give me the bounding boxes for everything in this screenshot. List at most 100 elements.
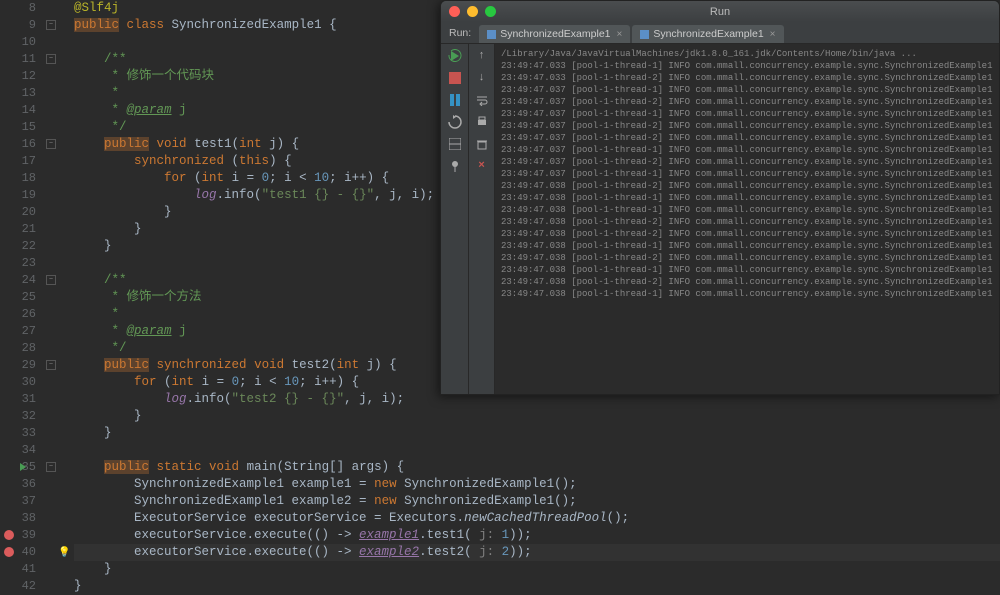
pin-icon[interactable]	[447, 158, 463, 174]
code-line[interactable]: }	[74, 408, 1000, 425]
fold-toggle-icon[interactable]: −	[46, 20, 56, 30]
line-number[interactable]: 37	[0, 493, 42, 510]
line-number[interactable]: 30	[0, 374, 42, 391]
console-log-line: 23:49:47.038 [pool-1-thread-2] INFO com.…	[501, 252, 993, 264]
minimize-window-button[interactable]	[467, 6, 478, 17]
line-number[interactable]: 10	[0, 34, 42, 51]
code-line[interactable]: public static void main(String[] args) {	[74, 459, 1000, 476]
line-number[interactable]: 20	[0, 204, 42, 221]
window-titlebar[interactable]: Run	[441, 1, 999, 22]
code-line[interactable]: }	[74, 578, 1000, 595]
line-number[interactable]: 38	[0, 510, 42, 527]
run-tab-label: SynchronizedExample1	[653, 28, 763, 40]
down-icon[interactable]: ↓	[474, 70, 490, 86]
console-log-line: 23:49:47.038 [pool-1-thread-1] INFO com.…	[501, 264, 993, 276]
line-number[interactable]: 21	[0, 221, 42, 238]
line-number[interactable]: 15	[0, 119, 42, 136]
maximize-window-button[interactable]	[485, 6, 496, 17]
line-number[interactable]: 26	[0, 306, 42, 323]
line-number[interactable]: 33	[0, 425, 42, 442]
code-line[interactable]: SynchronizedExample1 example2 = new Sync…	[74, 493, 1000, 510]
rerun-icon[interactable]	[447, 48, 463, 64]
print-icon[interactable]	[474, 114, 490, 130]
fold-toggle-icon[interactable]: −	[46, 360, 56, 370]
line-number[interactable]: 32	[0, 408, 42, 425]
console-log-line: 23:49:47.037 [pool-1-thread-2] INFO com.…	[501, 156, 993, 168]
line-number[interactable]: 29	[0, 357, 42, 374]
code-line[interactable]: SynchronizedExample1 example1 = new Sync…	[74, 476, 1000, 493]
run-body: ↑ ↓ × /Library/Java/JavaVirtualMachines/jd…	[441, 44, 999, 394]
code-line[interactable]: }	[74, 561, 1000, 578]
line-number[interactable]: 19	[0, 187, 42, 204]
close-icon[interactable]: ×	[474, 158, 490, 174]
layout-icon[interactable]	[447, 136, 463, 152]
breakpoint-icon[interactable]	[4, 530, 14, 540]
line-number[interactable]: 23	[0, 255, 42, 272]
line-number[interactable]: 14	[0, 102, 42, 119]
code-line[interactable]: executorService.execute(() -> example1.t…	[74, 527, 1000, 544]
fold-toggle-icon[interactable]: −	[46, 275, 56, 285]
line-number[interactable]: 34	[0, 442, 42, 459]
line-number[interactable]: 28	[0, 340, 42, 357]
code-line[interactable]	[74, 442, 1000, 459]
intention-bulb-icon[interactable]: 💡	[58, 547, 68, 557]
line-number[interactable]: 9	[0, 17, 42, 34]
console-output[interactable]: /Library/Java/JavaVirtualMachines/jdk1.8…	[495, 44, 999, 394]
line-number[interactable]: 13	[0, 85, 42, 102]
run-config-tab[interactable]: SynchronizedExample1 ×	[479, 25, 630, 43]
line-number[interactable]: 16	[0, 136, 42, 153]
console-log-line: 23:49:47.038 [pool-1-thread-2] INFO com.…	[501, 276, 993, 288]
console-log-line: 23:49:47.038 [pool-1-thread-2] INFO com.…	[501, 180, 993, 192]
run-tab-label: SynchronizedExample1	[500, 28, 610, 40]
run-toolbar-left2[interactable]: ↑ ↓ ×	[469, 44, 495, 394]
console-log-line: 23:49:47.037 [pool-1-thread-1] INFO com.…	[501, 108, 993, 120]
run-gutter-icon[interactable]	[20, 463, 26, 471]
console-log-line: 23:49:47.037 [pool-1-thread-2] INFO com.…	[501, 96, 993, 108]
fold-toggle-icon[interactable]: −	[46, 462, 56, 472]
console-log-line: 23:49:47.038 [pool-1-thread-1] INFO com.…	[501, 204, 993, 216]
wrap-icon[interactable]	[474, 92, 490, 108]
code-line[interactable]: executorService.execute(() -> example2.t…	[74, 544, 1000, 561]
run-tabs-bar[interactable]: Run: SynchronizedExample1×SynchronizedEx…	[441, 22, 999, 44]
breakpoint-icon[interactable]	[4, 547, 14, 557]
console-log-line: 23:49:47.033 [pool-1-thread-2] INFO com.…	[501, 72, 993, 84]
console-log-line: 23:49:47.033 [pool-1-thread-1] INFO com.…	[501, 60, 993, 72]
line-number[interactable]: 31	[0, 391, 42, 408]
restart-icon[interactable]	[447, 114, 463, 130]
line-number[interactable]: 27	[0, 323, 42, 340]
console-log-line: 23:49:47.037 [pool-1-thread-2] INFO com.…	[501, 120, 993, 132]
code-line[interactable]: }	[74, 425, 1000, 442]
console-log-line: 23:49:47.038 [pool-1-thread-1] INFO com.…	[501, 192, 993, 204]
run-toolbar-left[interactable]	[441, 44, 469, 394]
stop-icon[interactable]	[447, 70, 463, 86]
console-log-line: 23:49:47.037 [pool-1-thread-1] INFO com.…	[501, 144, 993, 156]
console-log-line: 23:49:47.038 [pool-1-thread-2] INFO com.…	[501, 228, 993, 240]
code-line[interactable]: ExecutorService executorService = Execut…	[74, 510, 1000, 527]
line-number[interactable]: 24	[0, 272, 42, 289]
run-config-tab[interactable]: SynchronizedExample1 ×	[632, 25, 783, 43]
clear-icon[interactable]	[474, 136, 490, 152]
line-number[interactable]: 41	[0, 561, 42, 578]
line-number[interactable]: 17	[0, 153, 42, 170]
pause-icon[interactable]	[447, 92, 463, 108]
line-number[interactable]: 12	[0, 68, 42, 85]
close-window-button[interactable]	[449, 6, 460, 17]
fold-toggle-icon[interactable]: −	[46, 139, 56, 149]
line-number[interactable]: 8	[0, 0, 42, 17]
up-icon[interactable]: ↑	[474, 48, 490, 64]
line-number[interactable]: 18	[0, 170, 42, 187]
close-tab-icon[interactable]: ×	[617, 29, 623, 40]
line-number[interactable]: 36	[0, 476, 42, 493]
gutter-icons: − − − − − −	[42, 0, 70, 562]
console-command-line: /Library/Java/JavaVirtualMachines/jdk1.8…	[501, 48, 993, 60]
run-label: Run:	[447, 27, 477, 43]
line-number[interactable]: 42	[0, 578, 42, 595]
window-controls[interactable]	[449, 6, 496, 17]
console-log-line: 23:49:47.038 [pool-1-thread-1] INFO com.…	[501, 288, 993, 300]
line-number[interactable]: 22	[0, 238, 42, 255]
line-number[interactable]: 25	[0, 289, 42, 306]
run-tool-window[interactable]: Run Run: SynchronizedExample1×Synchroniz…	[440, 0, 1000, 395]
line-number[interactable]: 11	[0, 51, 42, 68]
close-tab-icon[interactable]: ×	[770, 29, 776, 40]
fold-toggle-icon[interactable]: −	[46, 54, 56, 64]
